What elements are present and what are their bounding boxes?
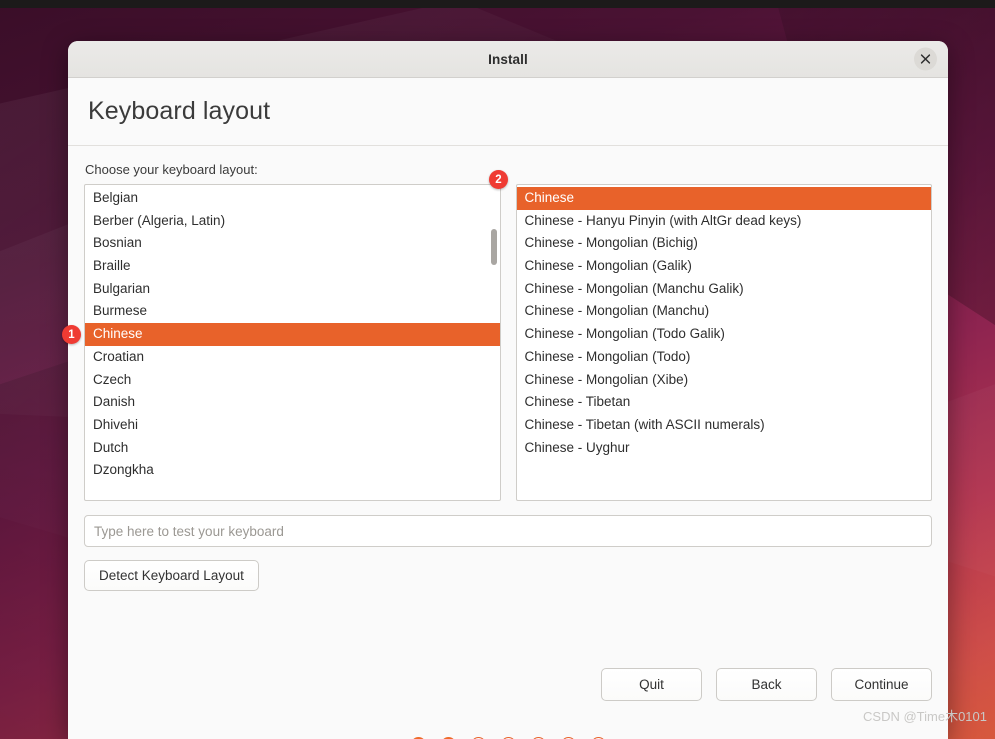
dialog-body: Choose your keyboard layout: Belgian Berb… bbox=[68, 146, 948, 739]
layout-list-scrollbar[interactable] bbox=[490, 229, 497, 265]
layout-list-item[interactable]: Berber (Algeria, Latin) bbox=[85, 210, 500, 233]
layout-list-item[interactable]: Burmese bbox=[85, 300, 500, 323]
variant-list-item[interactable]: Chinese - Tibetan (with ASCII numerals) bbox=[517, 414, 932, 437]
keyboard-test-input[interactable] bbox=[84, 515, 932, 547]
layout-list-item[interactable]: Danish bbox=[85, 391, 500, 414]
layout-list-item[interactable]: Bosnian bbox=[85, 232, 500, 255]
desktop-top-bar bbox=[0, 0, 995, 8]
window-title: Install bbox=[488, 51, 528, 67]
layout-list-item[interactable]: Braille bbox=[85, 255, 500, 278]
page-header: Keyboard layout bbox=[68, 78, 948, 146]
variant-list-item[interactable]: Chinese - Tibetan bbox=[517, 391, 932, 414]
keyboard-variant-list[interactable]: Chinese Chinese - Hanyu Pinyin (with AltG… bbox=[515, 184, 932, 501]
variant-list-item[interactable]: Chinese - Mongolian (Todo Galik) bbox=[517, 323, 932, 346]
layout-list-item[interactable]: Croatian bbox=[85, 346, 500, 369]
dialog-action-buttons: Quit Back Continue bbox=[601, 668, 932, 701]
variant-list-item[interactable]: Chinese bbox=[516, 187, 931, 210]
quit-button[interactable]: Quit bbox=[601, 668, 702, 701]
variant-list-item[interactable]: Chinese - Mongolian (Todo) bbox=[517, 346, 932, 369]
layout-list-item[interactable]: Bulgarian bbox=[85, 278, 500, 301]
install-dialog: Install Keyboard layout Choose your keyb… bbox=[68, 41, 948, 739]
variant-list-item[interactable]: Chinese - Hanyu Pinyin (with AltGr dead … bbox=[517, 210, 932, 233]
detect-keyboard-layout-button[interactable]: Detect Keyboard Layout bbox=[84, 560, 259, 591]
variant-list-item[interactable]: Chinese - Mongolian (Manchu) bbox=[517, 300, 932, 323]
layout-list-item[interactable]: Dhivehi bbox=[85, 414, 500, 437]
variant-list-item[interactable]: Chinese - Mongolian (Xibe) bbox=[517, 369, 932, 392]
layout-list-item[interactable]: Chinese bbox=[85, 323, 500, 346]
keyboard-layout-list[interactable]: Belgian Berber (Algeria, Latin) Bosnian Bra… bbox=[84, 184, 501, 501]
layout-list-item[interactable]: Dutch bbox=[85, 437, 500, 460]
layout-list-item[interactable]: Belgian bbox=[85, 187, 500, 210]
layout-list-item[interactable]: Dzongkha bbox=[85, 459, 500, 482]
dialog-title-bar: Install bbox=[68, 41, 948, 78]
close-icon[interactable] bbox=[914, 47, 937, 71]
continue-button[interactable]: Continue bbox=[831, 668, 932, 701]
page-title: Keyboard layout bbox=[88, 97, 271, 125]
choose-layout-label: Choose your keyboard layout: bbox=[85, 162, 258, 177]
desktop-background: Install Keyboard layout Choose your keyb… bbox=[0, 0, 995, 739]
variant-list-item[interactable]: Chinese - Mongolian (Manchu Galik) bbox=[517, 278, 932, 301]
variant-list-item[interactable]: Chinese - Mongolian (Galik) bbox=[517, 255, 932, 278]
back-button[interactable]: Back bbox=[716, 668, 817, 701]
layout-list-item-partial[interactable] bbox=[85, 482, 500, 500]
layout-selection-panes: Belgian Berber (Algeria, Latin) Bosnian Bra… bbox=[84, 184, 932, 501]
annotation-badge-1: 1 bbox=[62, 325, 81, 344]
layout-list-item[interactable]: Czech bbox=[85, 369, 500, 392]
annotation-badge-2: 2 bbox=[489, 170, 508, 189]
variant-list-item[interactable]: Chinese - Uyghur bbox=[517, 437, 932, 460]
variant-list-item[interactable]: Chinese - Mongolian (Bichig) bbox=[517, 232, 932, 255]
